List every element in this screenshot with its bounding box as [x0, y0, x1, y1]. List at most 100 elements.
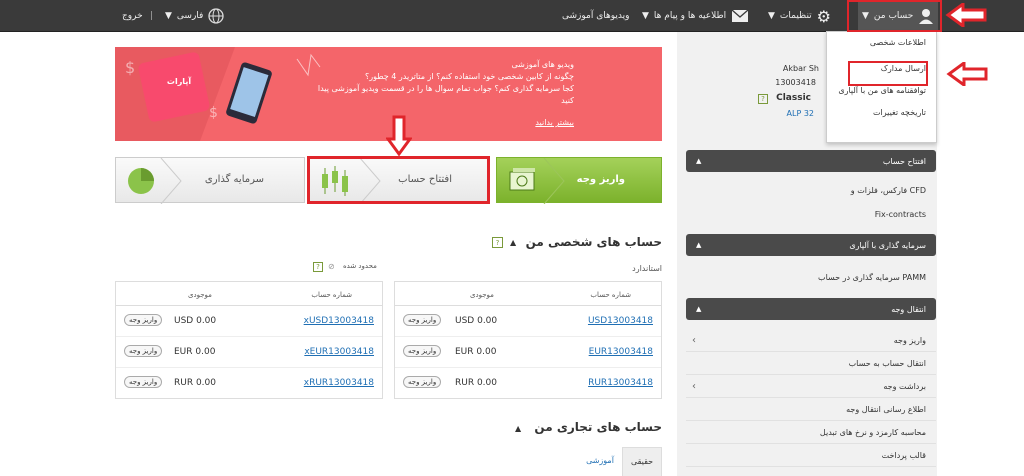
logout-label: خروج: [122, 11, 143, 21]
collapse-icon[interactable]: ▲: [515, 424, 521, 433]
tab-demo[interactable]: آموزشی: [580, 447, 620, 476]
collapse-icon: ▲: [696, 241, 702, 249]
sidebar-item-internal-transfer[interactable]: انتقال حساب به حساب: [686, 352, 936, 375]
sidebar-item-notify-transfer[interactable]: اطلاع رسانی انتقال وجه: [686, 398, 936, 421]
limited-accounts-table: شماره حساب موجودی xUSD13003418 USD 0.00 …: [115, 281, 383, 399]
banner-line3: کجا سرمایه گذاری کنم؟ جواب تمام سوال ها …: [317, 84, 574, 105]
collapse-icon: ▲: [696, 157, 702, 165]
row-deposit-button[interactable]: واریز وجه: [124, 376, 163, 388]
item-label: واریز وجه: [893, 336, 926, 345]
divider: |: [150, 11, 154, 21]
settings-menu[interactable]: ▼ تنظیمات ⚙: [768, 0, 831, 32]
news-label: اطلاعیه ها و پیام ها: [653, 11, 727, 21]
chevron-down-icon: ▼: [165, 11, 172, 21]
limited-label: محدود شده: [343, 262, 377, 270]
balance: EUR 0.00: [174, 347, 216, 357]
language-selector[interactable]: ▼ فارسی: [165, 0, 225, 32]
account-link[interactable]: xUSD13003418: [304, 316, 374, 326]
account-link[interactable]: USD13003418: [588, 316, 653, 326]
pie-chart-icon: [128, 168, 154, 194]
sidebar-item-fix-contracts[interactable]: Fix-contracts: [686, 203, 936, 226]
svg-text:$: $: [209, 105, 218, 121]
balance: RUR 0.00: [174, 378, 216, 388]
svg-text:$: $: [125, 58, 135, 77]
title-text: حساب های تجاری من: [534, 420, 662, 434]
item-label: محاسبه کارمزد و نرخ های تبدیل: [819, 428, 926, 437]
item-label: برداشت وجه: [883, 382, 926, 391]
sidebar-item-payment-template[interactable]: قالب پرداخت: [686, 444, 936, 467]
transfer-section-header[interactable]: ▲ انتقال وجه: [686, 298, 936, 320]
balance: USD 0.00: [455, 316, 498, 326]
chevron-left-icon: ‹: [692, 381, 696, 392]
videos-link[interactable]: ویدیوهای آموزشی: [562, 0, 629, 32]
highlight-account-menu: [847, 0, 942, 32]
tab-real[interactable]: حقیقی: [622, 447, 662, 476]
help-icon[interactable]: ?: [313, 262, 323, 272]
table-row: USD13003418 USD 0.00 واریز وجه: [395, 306, 661, 337]
invest-section-header[interactable]: ▲ سرمایه گذاری با آلپاری: [686, 234, 936, 256]
row-deposit-button[interactable]: واریز وجه: [124, 345, 163, 357]
col-balance: موجودی: [188, 291, 212, 299]
lock-icon: ⊘: [328, 262, 335, 271]
logout-link[interactable]: خروج: [122, 0, 143, 32]
table-row: xEUR13003418 EUR 0.00 واریز وجه: [116, 337, 382, 368]
invest-button[interactable]: سرمایه گذاری: [115, 157, 305, 204]
gear-icon: ⚙: [816, 6, 832, 26]
table-row: RUR13003418 RUR 0.00 واریز وجه: [395, 368, 661, 399]
open-account-section-header[interactable]: ▲ افتتاح حساب: [686, 150, 936, 172]
envelope-icon: [731, 9, 749, 22]
row-deposit-button[interactable]: واریز وجه: [403, 314, 442, 326]
user-badge[interactable]: ALP 32: [787, 109, 814, 118]
news-menu[interactable]: ▼ اطلاعیه ها و پیام ها: [642, 0, 749, 32]
trading-accounts-title: حساب های تجاری من: [534, 420, 662, 434]
sidebar-item-forex[interactable]: فارکس، فلزات و CFD: [686, 179, 936, 202]
sidebar-item-fee-calculator[interactable]: محاسبه کارمزد و نرخ های تبدیل: [686, 421, 936, 444]
sidebar-item-pamm[interactable]: سرمایه گذاری در حساب PAMM: [686, 266, 936, 289]
table-header: شماره حساب موجودی: [395, 282, 661, 306]
highlight-open-account: [307, 156, 490, 204]
account-dropdown-menu: اطلاعات شخصی ارسال مدارک توافقنامه های م…: [826, 31, 937, 143]
account-link[interactable]: EUR13003418: [589, 347, 653, 357]
arrow-down-icon: [386, 115, 412, 157]
globe-icon: [208, 8, 225, 24]
arrow-left-icon: [945, 3, 987, 27]
row-deposit-button[interactable]: واریز وجه: [124, 314, 163, 326]
deposit-label: واریز وجه: [576, 174, 625, 185]
user-name: Akbar Sh: [782, 64, 819, 73]
videos-label: ویدیوهای آموزشی: [562, 11, 630, 21]
chevron-down-icon: ▼: [768, 11, 775, 21]
balance: USD 0.00: [174, 316, 217, 326]
menu-item-personal-info[interactable]: اطلاعات شخصی: [827, 32, 936, 54]
account-link[interactable]: xEUR13003418: [304, 347, 374, 357]
banner-line2: چگونه از کابین شخصی خود استفاده کنم؟ از …: [365, 72, 574, 81]
item-label: اطلاع رسانی انتقال وجه: [846, 405, 926, 414]
user-id: 13003418: [775, 78, 816, 87]
aparat-logo-text: آپارات: [166, 77, 192, 86]
account-link[interactable]: RUR13003418: [588, 378, 653, 388]
menu-item-change-history[interactable]: تاریخچه تغییرات: [827, 102, 936, 124]
title-text: حساب های شخصی من: [525, 235, 662, 249]
balance: EUR 0.00: [455, 347, 497, 357]
language-label: فارسی: [176, 11, 204, 21]
separator-chevron: [160, 158, 182, 204]
collapse-icon: ▲: [696, 305, 702, 313]
help-icon[interactable]: ?: [492, 237, 503, 248]
table-row: xRUR13003418 RUR 0.00 واریز وجه: [116, 368, 382, 399]
banner-more-link[interactable]: بیشتر بدانید: [304, 117, 574, 129]
deposit-button[interactable]: واریز وجه: [496, 157, 662, 204]
collapse-icon[interactable]: ▲: [510, 238, 516, 247]
invest-label: سرمایه گذاری: [204, 174, 264, 185]
chevron-down-icon: ▼: [642, 11, 649, 21]
sidebar-item-deposit[interactable]: ‹ واریز وجه: [686, 329, 936, 352]
section-title: انتقال وجه: [891, 304, 926, 314]
section-title: سرمایه گذاری با آلپاری: [849, 240, 926, 250]
row-deposit-button[interactable]: واریز وجه: [403, 345, 442, 357]
highlight-send-documents: [848, 61, 928, 86]
chevron-left-icon: ‹: [692, 335, 696, 346]
help-icon[interactable]: ?: [758, 94, 768, 104]
item-label: قالب پرداخت: [881, 451, 926, 460]
sidebar-item-withdraw[interactable]: ‹ برداشت وجه: [686, 375, 936, 398]
row-deposit-button[interactable]: واریز وجه: [403, 376, 442, 388]
col-account: شماره حساب: [311, 291, 352, 299]
account-link[interactable]: xRUR13003418: [304, 378, 374, 388]
